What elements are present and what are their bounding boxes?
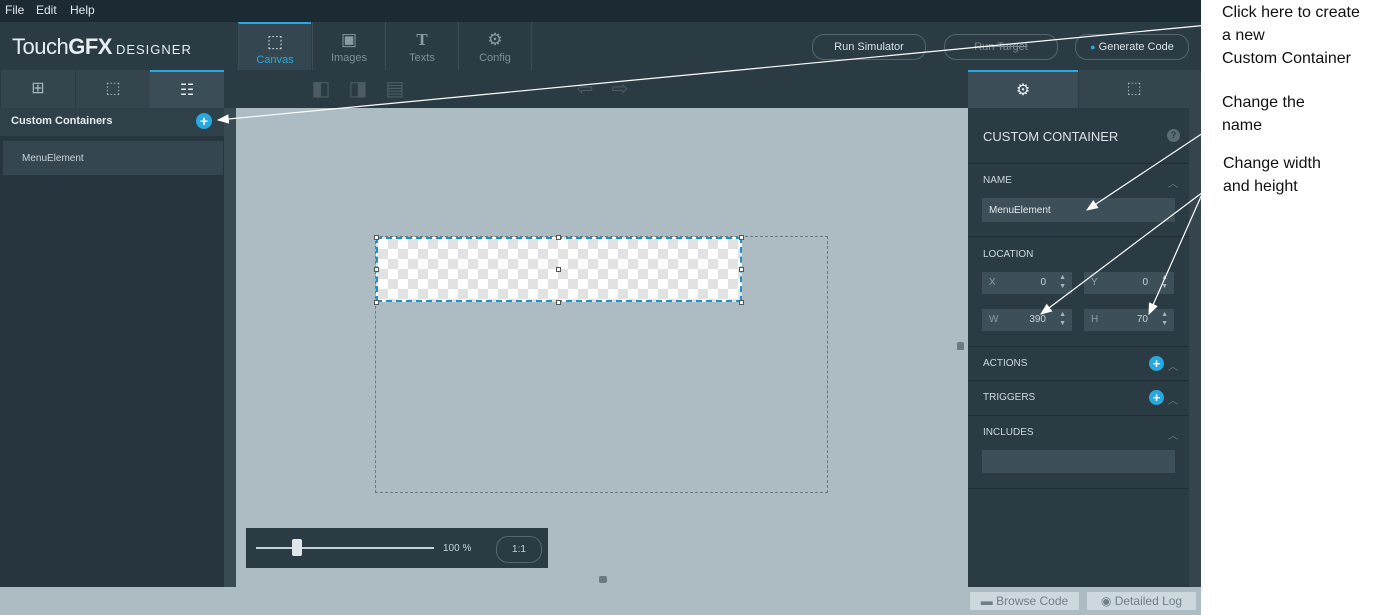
annotation-arrows <box>216 23 1220 316</box>
arrow-to-height-field <box>1148 191 1204 316</box>
arrow-to-name-field <box>1086 128 1210 211</box>
arrow-to-add-button <box>216 23 1220 124</box>
arrow-to-width-field <box>1040 191 1204 315</box>
